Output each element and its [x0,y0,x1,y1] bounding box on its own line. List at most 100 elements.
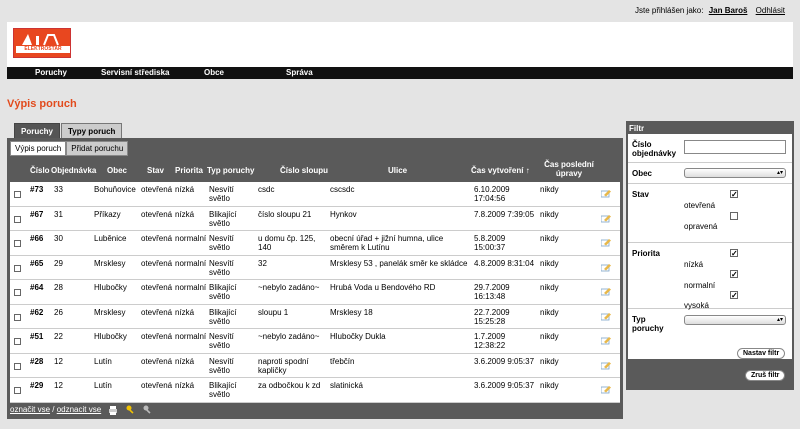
nav-sprava[interactable]: Správa [286,68,313,77]
logo-figure-icon [22,34,59,46]
edit-icon[interactable] [601,361,611,370]
cell-id[interactable]: #73 [30,185,50,194]
col-cislo[interactable]: Číslo [30,166,50,175]
tab-typy-poruch[interactable]: Typy poruch [61,123,123,138]
cell-id[interactable]: #64 [30,283,50,292]
cell-ulice: Hrubá Voda u Bendového RD [330,283,436,292]
cell-id[interactable]: #65 [30,259,50,268]
row-checkbox[interactable] [14,240,21,247]
order-number-input[interactable] [684,140,786,154]
row-checkbox[interactable] [14,387,21,394]
cell-obj: 26 [54,307,63,317]
table-row[interactable]: #29 12 Lutín otevřená nízká Blikající světlo z… [10,378,620,403]
col-ulice[interactable]: Ulice [388,166,407,175]
cell-sloup: 32 [258,258,267,268]
subtab-vypis-poruch[interactable]: Výpis poruch [10,141,67,156]
cell-sloup: u domu čp. 125, 140 [258,234,316,252]
edit-icon[interactable] [601,385,611,394]
select-all-link[interactable]: označit vse [10,405,50,414]
col-cislo-sloupu[interactable]: Číslo sloupu [280,166,328,175]
edit-icon[interactable] [601,312,611,321]
cell-id[interactable]: #28 [30,357,50,366]
apply-filter-button[interactable]: Nastav filtr [737,348,786,359]
table-row[interactable]: #73 33 Bohuňovice otevřená nízká Nesvítí svět… [10,182,620,207]
key-gray-icon[interactable] [143,405,153,415]
cell-obec: Luběnice [94,234,127,243]
cell-stav: otevřená [141,258,173,268]
cell-uprava: nikdy [540,381,559,390]
cancel-filter-button[interactable]: Zruš filtr [745,370,786,381]
filter-row-typ: Typ poruchy ▴▾ [628,309,792,341]
stav-option-opravena: opravená [684,222,718,231]
cell-stav: otevřená [141,356,173,366]
company-logo[interactable]: ELEKTROSTAR [13,28,71,58]
cell-id[interactable]: #29 [30,381,50,390]
cell-ulice: cscsdc [330,185,355,194]
typ-poruchy-select[interactable]: ▴▾ [684,315,786,325]
cell-uprava: nikdy [540,307,559,317]
col-priorita[interactable]: Priorita [175,166,203,175]
col-obec[interactable]: Obec [107,166,127,175]
cell-typ: Blikající světlo [209,307,237,326]
print-icon[interactable] [108,405,118,415]
table-row[interactable]: #65 29 Mrsklesy otevřená normalní Nesvítí svě… [10,256,620,280]
col-typ-poruchy[interactable]: Typ poruchy [207,166,254,175]
row-checkbox[interactable] [14,215,21,223]
subtab-pridat-poruchu[interactable]: Přidat poruchu [66,141,129,156]
filter-row-cislo: Číslo objednávky [628,134,792,163]
deselect-all-link[interactable]: odznacit vse [57,405,101,414]
col-stav[interactable]: Stav [147,166,164,175]
cell-ulice: Hlubočky Dukla [330,332,386,341]
cell-uprava: nikdy [540,209,559,219]
table-row[interactable]: #51 22 Hlubočky otevřená normalní Nesvítí svě… [10,329,620,354]
cell-typ: Blikající světlo [209,209,237,228]
nav-servisni-strediska[interactable]: Servisní střediska [101,68,169,77]
main-nav: Poruchy Servisní střediska Obce Správa [7,67,793,79]
cell-obj: 28 [54,283,63,292]
stav-otevrena-checkbox[interactable]: ✓ [730,190,738,199]
priorita-vysoka-checkbox[interactable]: ✓ [730,291,738,300]
row-checkbox[interactable] [14,313,21,321]
user-name-link[interactable]: Jan Baroš [709,6,748,15]
row-checkbox[interactable] [14,191,21,198]
cell-sloup: číslo sloupu 21 [258,209,312,219]
row-checkbox[interactable] [14,362,21,370]
table-row[interactable]: #67 31 Příkazy otevřená nízká Blikající světl… [10,207,620,231]
row-checkbox[interactable] [14,264,21,272]
edit-icon[interactable] [601,214,611,223]
tab-poruchy[interactable]: Poruchy [14,123,61,138]
cell-id[interactable]: #67 [30,210,50,219]
col-cas-posledni-upravy[interactable]: Čas poslední úpravy [538,160,600,178]
col-cas-vytvoreni[interactable]: Čas vytvoření ↑ [471,166,530,175]
edit-icon[interactable] [601,238,611,247]
filter-cislo-label: Číslo objednávky [632,140,677,158]
logout-link[interactable]: Odhlásit [756,6,785,15]
col-objednavka[interactable]: Objednávka [51,166,96,175]
cell-priorita: nízká [175,356,195,366]
nav-poruchy[interactable]: Poruchy [35,68,67,77]
cell-stav: otevřená [141,209,173,219]
cell-cas: 5.8.2009 15:00:37 [474,234,506,252]
stav-opravena-checkbox[interactable] [730,212,738,220]
row-checkbox[interactable] [14,289,21,296]
edit-icon[interactable] [601,287,611,296]
nav-obce[interactable]: Obce [204,68,224,77]
cell-id[interactable]: #66 [30,234,50,243]
cell-id[interactable]: #62 [30,308,50,317]
priorita-nizka-checkbox[interactable]: ✓ [730,249,738,258]
edit-icon[interactable] [601,263,611,272]
obec-select[interactable]: ▴▾ [684,168,786,178]
key-icon[interactable] [126,405,136,415]
table-row[interactable]: #28 12 Lutín otevřená nízká Nesvítí světlo nap… [10,354,620,378]
edit-icon[interactable] [601,336,611,345]
table-row[interactable]: #66 30 Luběnice otevřená normalní Nesvítí svě… [10,231,620,256]
cell-id[interactable]: #51 [30,332,50,341]
row-checkbox[interactable] [14,338,21,345]
table-row[interactable]: #64 28 Hlubočky otevřená normalní Blikající s… [10,280,620,305]
cell-cas: 3.6.2009 9:05:37 [474,356,535,366]
cell-obj: 12 [54,381,63,390]
edit-icon[interactable] [601,189,611,198]
priorita-normalni-checkbox[interactable]: ✓ [730,270,738,279]
table-row[interactable]: #62 26 Mrsklesy otevřená nízká Blikající svět… [10,305,620,329]
top-bar: Jste přihlášen jako: Jan Baroš Odhlásit [0,0,800,22]
